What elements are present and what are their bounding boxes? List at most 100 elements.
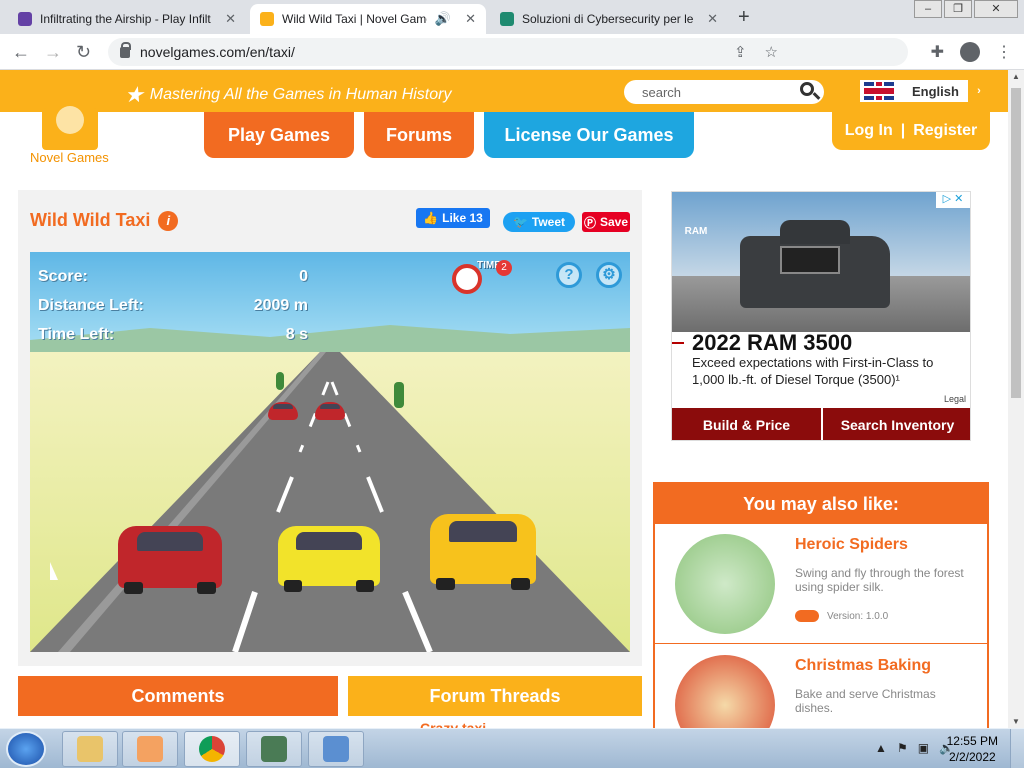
- control-panel-button[interactable]: [308, 731, 364, 767]
- forum-thread-link[interactable]: Crazy taxi: [420, 720, 486, 728]
- media-player-icon: [137, 736, 163, 762]
- build-price-button[interactable]: Build & Price: [672, 408, 821, 440]
- auth-links: Log In | Register: [832, 112, 990, 150]
- share-icon[interactable]: ⇪: [734, 43, 747, 61]
- tab-infiltrating-airship[interactable]: Infiltrating the Airship - Play Infilt ✕: [8, 4, 246, 34]
- site-header-bar: ★ Mastering All the Games in Human Histo…: [0, 70, 1008, 112]
- enemy-car: [315, 402, 345, 420]
- cactus-icon: [394, 382, 404, 408]
- register-link[interactable]: Register: [913, 122, 977, 140]
- recommendation-item[interactable]: Heroic Spiders Swing and fly through the…: [655, 524, 987, 644]
- truck-ad-image: RAM: [672, 192, 970, 332]
- enemy-car: [278, 526, 380, 592]
- profile-avatar[interactable]: [960, 42, 980, 62]
- back-icon[interactable]: ←: [12, 42, 30, 63]
- tab-wild-wild-taxi[interactable]: Wild Wild Taxi | Novel Games 🔊 ✕: [250, 4, 486, 34]
- media-player-button[interactable]: [122, 731, 178, 767]
- settings-gear-icon[interactable]: ⚙: [596, 262, 622, 288]
- taskbar-clock[interactable]: 12:55 PM 2/2/2022: [947, 733, 998, 765]
- ad-headline: 2022 RAM 3500: [672, 330, 853, 355]
- advertisement[interactable]: RAM ▷ ✕ 2022 RAM 3500 Exceed expectation…: [671, 191, 971, 441]
- window-controls: – ❐ ✕: [914, 0, 1018, 18]
- network-icon[interactable]: ▣: [918, 741, 929, 755]
- distance-value: 2009 m: [253, 297, 308, 314]
- mouse-cursor-icon: [50, 562, 58, 580]
- scrollbar-thumb[interactable]: [1011, 88, 1021, 398]
- lock-icon[interactable]: [120, 41, 131, 58]
- search-icon[interactable]: [800, 82, 814, 96]
- help-icon[interactable]: ?: [556, 262, 582, 288]
- close-tab-icon[interactable]: ✕: [465, 11, 476, 27]
- scroll-up-icon[interactable]: ▲: [1012, 72, 1020, 81]
- forward-icon[interactable]: →: [44, 42, 62, 63]
- close-tab-icon[interactable]: ✕: [225, 11, 236, 27]
- url-bar[interactable]: novelgames.com/en/taxi/ ⇪ ☆: [108, 38, 908, 66]
- file-explorer-button[interactable]: [62, 731, 118, 767]
- chevron-right-icon: ›: [968, 80, 990, 102]
- language-selector[interactable]: English ›: [860, 80, 990, 102]
- maximize-button[interactable]: ❐: [944, 0, 972, 18]
- play-games-button[interactable]: Play Games: [204, 112, 354, 158]
- facebook-like-button[interactable]: 👍 Like 13: [416, 208, 490, 228]
- enemy-car: [268, 402, 298, 420]
- show-desktop-button[interactable]: [1010, 729, 1024, 768]
- web-page: ★ Mastering All the Games in Human Histo…: [0, 70, 1008, 728]
- chrome-icon: [199, 736, 225, 762]
- game-title: Wild Wild Taxi: [30, 210, 151, 230]
- cactus-icon: [276, 372, 284, 390]
- system-app-button[interactable]: [246, 731, 302, 767]
- start-button[interactable]: [6, 731, 46, 767]
- score-value: 0: [299, 268, 308, 285]
- comments-header: Comments: [18, 676, 338, 716]
- recommendations-header: You may also like:: [655, 484, 987, 524]
- action-center-icon[interactable]: ⚑: [897, 741, 908, 755]
- speaker-icon[interactable]: 🔊: [435, 11, 451, 27]
- novelgames-favicon-icon: [260, 12, 274, 26]
- browser-tab-bar: Infiltrating the Airship - Play Infilt ✕…: [0, 0, 1024, 34]
- computer-icon: [261, 736, 287, 762]
- chrome-button[interactable]: [184, 731, 240, 767]
- recommendation-item[interactable]: Christmas Baking Bake and serve Christma…: [655, 645, 987, 728]
- pinterest-save-button[interactable]: Ⓟ Save: [582, 212, 630, 232]
- site-search-input[interactable]: search: [624, 80, 824, 104]
- info-icon[interactable]: i: [158, 210, 179, 231]
- ram-logo: RAM: [684, 226, 708, 237]
- system-tray: ▲ ⚑ ▣ 🔈: [875, 741, 954, 755]
- ad-legal-link[interactable]: Legal: [944, 394, 966, 404]
- game-canvas[interactable]: Score: 0 Distance Left: 2009 m Time Left: 8…: [30, 252, 630, 652]
- vertical-scrollbar[interactable]: ▲ ▼: [1008, 70, 1024, 728]
- address-toolbar: ← → ↻ novelgames.com/en/taxi/ ⇪ ☆ ✚ ⋮: [0, 34, 1024, 70]
- gamepad-icon: [795, 610, 819, 622]
- forums-button[interactable]: Forums: [364, 112, 474, 158]
- site-tagline: Mastering All the Games in Human History: [149, 86, 452, 103]
- house-logo-icon: [34, 82, 106, 150]
- enemy-car: [118, 526, 222, 594]
- search-inventory-button[interactable]: Search Inventory: [823, 408, 970, 440]
- reload-icon[interactable]: ↻: [76, 42, 91, 63]
- windows-taskbar: ▲ ⚑ ▣ 🔈 12:55 PM 2/2/2022: [0, 728, 1024, 768]
- star-icon: ★: [124, 82, 144, 107]
- new-tab-button[interactable]: +: [738, 6, 750, 29]
- close-tab-icon[interactable]: ✕: [707, 11, 718, 27]
- menu-kebab-icon[interactable]: ⋮: [996, 42, 1012, 62]
- close-window-button[interactable]: ✕: [974, 0, 1018, 18]
- novel-games-logo[interactable]: Novel Games: [26, 76, 116, 168]
- time-powerup-icon[interactable]: 2 TIME: [452, 260, 512, 304]
- extensions-icon[interactable]: ✚: [931, 42, 944, 62]
- tab-cybersecurity[interactable]: Soluzioni di Cybersecurity per le ✕: [490, 4, 728, 34]
- pickup-truck-image: [740, 220, 890, 308]
- recommendations-panel: You may also like: Heroic Spiders Swing …: [653, 482, 989, 728]
- login-link[interactable]: Log In: [845, 122, 893, 140]
- clock-icon: [452, 264, 482, 294]
- player-taxi: [430, 514, 536, 590]
- adchoices-icon[interactable]: ▷ ✕: [936, 192, 970, 208]
- tweet-button[interactable]: 🐦 Tweet: [503, 212, 575, 232]
- pinterest-icon: Ⓟ: [583, 215, 596, 230]
- main-nav: Play Games Forums License Our Games: [204, 112, 694, 158]
- minimize-button[interactable]: –: [914, 0, 942, 18]
- scroll-down-icon[interactable]: ▼: [1012, 717, 1020, 726]
- bookmark-star-icon[interactable]: ☆: [765, 43, 778, 61]
- christmas-baking-thumbnail: [675, 655, 775, 728]
- license-games-button[interactable]: License Our Games: [484, 112, 694, 158]
- show-hidden-icons[interactable]: ▲: [875, 741, 887, 755]
